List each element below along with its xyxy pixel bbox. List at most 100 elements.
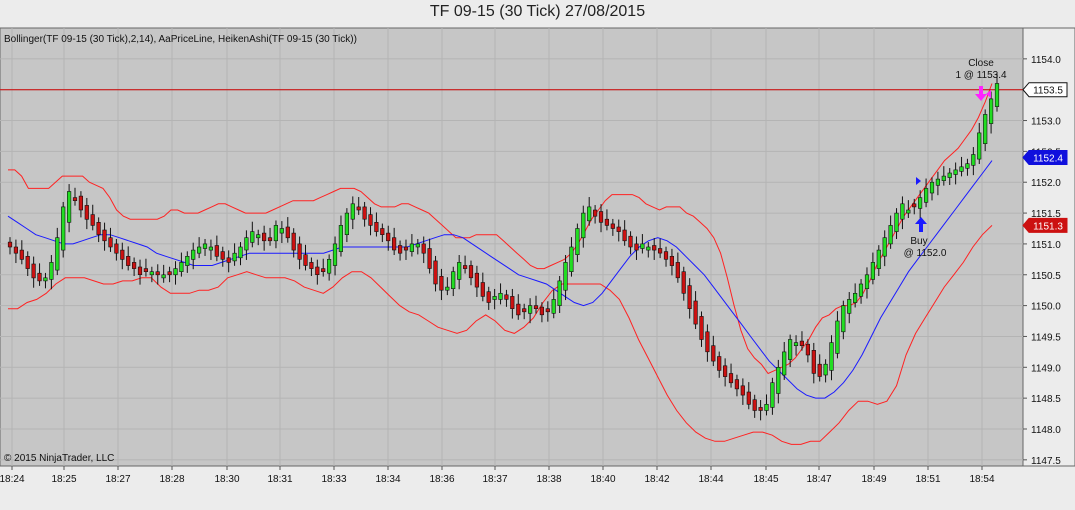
- candle-up: [864, 274, 870, 289]
- x-axis-ticks: 18:24 18:25 18:27 18:28 18:30 18:31 18:33 18:34…: [0, 466, 995, 485]
- candle-up: [415, 243, 420, 248]
- y-tick-label: 1149.0: [1031, 363, 1061, 374]
- buy-price-label: @ 1152.0: [904, 248, 947, 259]
- candle-down: [622, 229, 627, 242]
- candle-up: [841, 305, 846, 333]
- candle-up: [882, 237, 887, 257]
- candle-down: [120, 249, 125, 260]
- x-tick-label: 18:31: [267, 474, 292, 485]
- candle-up: [185, 255, 190, 266]
- x-tick-label: 18:49: [861, 474, 886, 485]
- candle-down: [427, 248, 432, 269]
- candle-up: [332, 243, 338, 266]
- indicator-value-marker: 1152.4: [1022, 150, 1068, 166]
- candle-down: [374, 222, 379, 232]
- candle-down: [102, 229, 107, 242]
- candle-down: [652, 245, 657, 251]
- candle-up: [527, 305, 533, 314]
- candle-up: [977, 132, 982, 160]
- candle-up: [451, 271, 456, 290]
- x-tick-label: 18:38: [536, 474, 561, 485]
- candle-up: [823, 363, 828, 376]
- candle-down: [746, 391, 751, 405]
- candle-down: [90, 214, 95, 226]
- candle-down: [598, 211, 604, 223]
- candle-down: [368, 214, 373, 226]
- y-tick-label: 1151.0: [1031, 240, 1061, 251]
- candle-up: [764, 403, 769, 411]
- candle-up: [829, 342, 834, 371]
- candle-up: [344, 212, 350, 236]
- candle-up: [563, 262, 568, 291]
- candle-down: [84, 205, 89, 220]
- candle-up: [350, 203, 355, 220]
- x-tick-label: 18:30: [214, 474, 239, 485]
- candle-up: [988, 98, 994, 124]
- x-tick-label: 18:42: [644, 474, 669, 485]
- y-tick-label: 1147.5: [1031, 456, 1061, 467]
- candle-up: [581, 212, 586, 239]
- candle-up: [492, 296, 497, 300]
- candle-up: [888, 225, 893, 245]
- candle-up: [776, 366, 781, 394]
- chart-window: TF 09-15 (30 Tick) 27/08/2015 1154.0 1153…: [0, 0, 1075, 510]
- candle-down: [309, 262, 314, 269]
- x-tick-label: 18:40: [590, 474, 615, 485]
- candle-down: [592, 209, 598, 217]
- candle-down: [356, 206, 361, 211]
- candle-down: [817, 363, 822, 377]
- candle-up: [835, 320, 840, 354]
- candle-down: [19, 249, 24, 260]
- candle-down: [522, 308, 527, 313]
- candle-up: [338, 225, 344, 252]
- candle-up: [929, 181, 935, 194]
- x-tick-label: 18:54: [969, 474, 994, 485]
- chart-svg: 1154.01153.51153.01152.51152.01151.51151…: [0, 27, 1075, 485]
- candle-down: [155, 271, 160, 276]
- plot-panel: [0, 27, 1024, 467]
- candle-up: [870, 262, 875, 280]
- candle-down: [78, 195, 83, 211]
- candle-up: [847, 299, 852, 314]
- candle-down: [132, 262, 137, 269]
- candle-down: [663, 251, 669, 260]
- candle-down: [533, 305, 539, 310]
- candle-up: [935, 178, 940, 186]
- candle-down: [72, 197, 78, 202]
- candle-down: [486, 291, 491, 303]
- candle-up: [551, 299, 556, 314]
- candle-up: [55, 237, 60, 271]
- candle-down: [25, 255, 30, 269]
- candle-down: [303, 254, 308, 266]
- candle-down: [758, 407, 763, 411]
- y-tick-label: 1153.0: [1031, 117, 1061, 128]
- candle-down: [220, 251, 225, 260]
- indicator-value-marker: 1151.3: [1022, 217, 1068, 233]
- candle-up: [923, 188, 929, 203]
- candle-up: [279, 228, 284, 234]
- candle-up: [569, 246, 574, 273]
- candle-up: [894, 212, 899, 232]
- candle-down: [811, 349, 816, 374]
- candle-up: [173, 268, 178, 276]
- x-tick-label: 18:24: [0, 474, 25, 485]
- candle-down: [297, 243, 302, 260]
- candle-up: [587, 206, 592, 222]
- candle-down: [13, 246, 19, 254]
- candle-down: [628, 235, 633, 248]
- indicators-label: Bollinger(TF 09-15 (30 Tick),2,14), AaPr…: [4, 34, 357, 45]
- candle-down: [291, 232, 296, 251]
- candle-down: [267, 237, 273, 242]
- candle-up: [876, 249, 881, 269]
- candle-down: [126, 255, 131, 266]
- candle-down: [669, 255, 674, 266]
- candle-down: [386, 232, 391, 242]
- candle-up: [983, 114, 988, 145]
- y-tick-label: 1148.0: [1031, 425, 1061, 436]
- candle-down: [912, 203, 917, 208]
- x-tick-label: 18:45: [753, 474, 778, 485]
- candle-up: [959, 166, 964, 172]
- candle-up: [238, 246, 243, 259]
- candle-down: [734, 379, 739, 390]
- candle-down: [740, 385, 745, 396]
